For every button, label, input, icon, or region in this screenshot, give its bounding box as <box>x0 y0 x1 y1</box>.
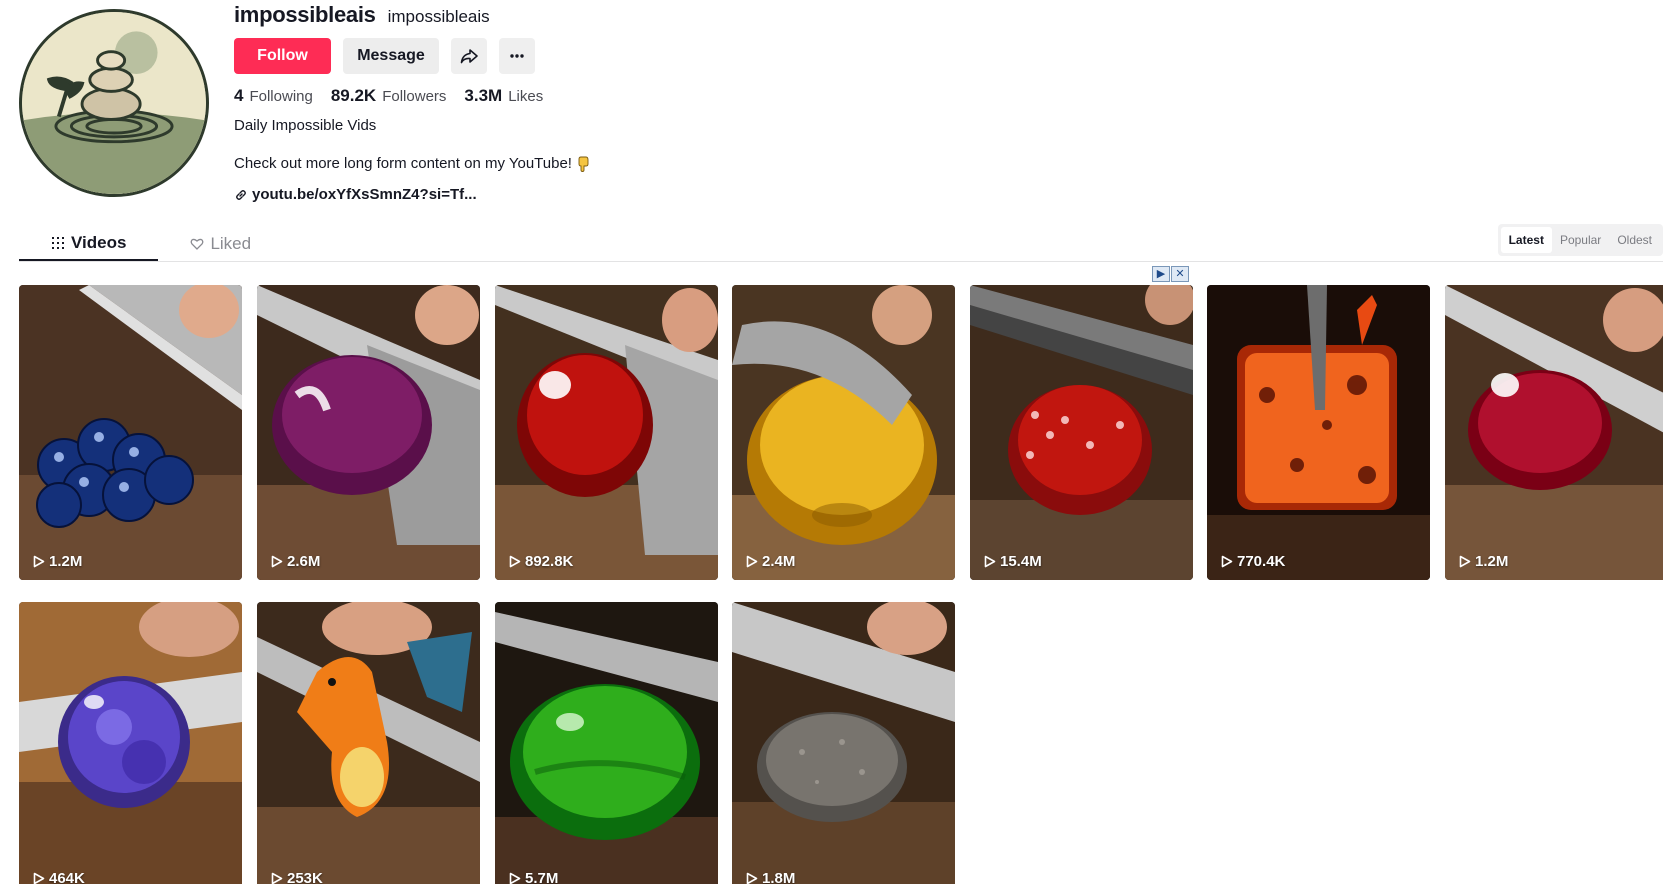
video-thumbnail <box>732 285 955 580</box>
ad-play-icon[interactable]: ▶ <box>1152 266 1170 282</box>
view-count-text: 1.2M <box>1475 553 1509 570</box>
view-count: 1.2M <box>33 553 82 570</box>
bio-line-1: Daily Impossible Vids <box>234 117 377 134</box>
follow-button[interactable]: Follow <box>234 38 331 74</box>
video-card[interactable]: 464K <box>19 602 242 884</box>
following-stat[interactable]: 4 Following <box>234 86 313 106</box>
tab-videos-label: Videos <box>71 232 127 252</box>
video-thumbnail <box>19 285 242 580</box>
view-count: 2.4M <box>746 553 795 570</box>
video-thumbnail <box>495 285 718 580</box>
video-card[interactable]: 1.2M <box>1445 285 1663 580</box>
share-icon <box>460 49 478 64</box>
profile-link[interactable]: youtu.be/oxYfXsSmnZ4?si=Tf... <box>234 186 477 203</box>
profile-stats: 4 Following 89.2K Followers 3.3M Likes <box>234 86 543 106</box>
play-icon <box>509 555 521 568</box>
video-card[interactable]: 253K <box>257 602 480 884</box>
bio-line-2-text: Check out more long form content on my Y… <box>234 155 572 172</box>
view-count-text: 2.6M <box>287 553 321 570</box>
sort-switch: Latest Popular Oldest <box>1497 224 1663 256</box>
play-icon <box>33 872 45 884</box>
message-button[interactable]: Message <box>343 38 439 74</box>
more-button[interactable] <box>499 38 535 74</box>
view-count-text: 5.7M <box>525 870 559 884</box>
bio-line-2: Check out more long form content on my Y… <box>234 155 590 172</box>
tab-liked-label: Liked <box>210 233 252 253</box>
play-icon <box>746 872 758 884</box>
following-label: Following <box>249 88 313 105</box>
view-count-text: 1.8M <box>762 870 796 884</box>
link-icon <box>236 189 246 200</box>
heart-outline-icon <box>191 238 204 250</box>
likes-label: Likes <box>508 88 544 105</box>
ad-choices-badge[interactable]: ▶ ✕ <box>1152 266 1189 282</box>
view-count: 464K <box>33 870 85 884</box>
more-icon <box>510 54 524 58</box>
profile-tabs: Videos Liked <box>19 226 283 261</box>
play-icon <box>271 872 283 884</box>
view-count-text: 2.4M <box>762 553 796 570</box>
video-thumbnail <box>1207 285 1430 580</box>
play-icon <box>33 555 45 568</box>
video-card[interactable]: 892.8K <box>495 285 718 580</box>
sort-popular[interactable]: Popular <box>1552 227 1609 253</box>
video-card[interactable]: 1.8M <box>732 602 955 884</box>
tab-liked[interactable]: Liked <box>158 226 283 261</box>
video-card[interactable]: 5.7M <box>495 602 718 884</box>
video-thumbnail <box>495 602 718 884</box>
likes-count: 3.3M <box>464 86 503 105</box>
likes-stat: 3.3M Likes <box>464 86 543 106</box>
video-thumbnail <box>970 285 1193 580</box>
view-count-text: 1.2M <box>49 553 83 570</box>
followers-count: 89.2K <box>330 86 377 105</box>
view-count: 770.4K <box>1221 553 1285 570</box>
followers-stat[interactable]: 89.2K Followers <box>331 86 447 106</box>
play-icon <box>1221 555 1233 568</box>
profile-username: impossibleais <box>234 2 376 27</box>
view-count: 1.2M <box>1459 553 1508 570</box>
tab-divider <box>19 261 1663 262</box>
sort-oldest[interactable]: Oldest <box>1609 227 1660 253</box>
pointing-down-icon <box>578 156 589 172</box>
followers-label: Followers <box>382 88 447 105</box>
video-card[interactable]: 1.2M <box>19 285 242 580</box>
view-count: 5.7M <box>509 870 558 884</box>
profile-avatar[interactable] <box>19 9 209 197</box>
following-count: 4 <box>234 86 244 105</box>
ad-close-icon[interactable]: ✕ <box>1171 266 1189 282</box>
grid-icon <box>52 236 64 249</box>
video-card[interactable]: 2.6M <box>257 285 480 580</box>
view-count-text: 464K <box>49 870 85 884</box>
view-count: 1.8M <box>746 870 795 884</box>
profile-link-text: youtu.be/oxYfXsSmnZ4?si=Tf... <box>252 186 477 203</box>
video-card[interactable]: 2.4M <box>732 285 955 580</box>
view-count: 15.4M <box>984 553 1042 570</box>
video-thumbnail <box>1445 285 1663 580</box>
video-thumbnail <box>732 602 955 884</box>
view-count-text: 892.8K <box>525 553 574 570</box>
play-icon <box>1459 555 1471 568</box>
view-count: 253K <box>271 870 323 884</box>
zen-stones-logo <box>22 12 206 194</box>
play-icon <box>509 872 521 884</box>
view-count-text: 770.4K <box>1237 553 1286 570</box>
play-icon <box>984 555 996 568</box>
view-count: 892.8K <box>509 553 573 570</box>
play-icon <box>271 555 283 568</box>
video-thumbnail <box>257 285 480 580</box>
video-card[interactable]: 15.4M <box>970 285 1193 580</box>
view-count-text: 253K <box>287 870 323 884</box>
video-thumbnail <box>19 602 242 884</box>
view-count: 2.6M <box>271 553 320 570</box>
video-thumbnail <box>257 602 480 884</box>
sort-latest[interactable]: Latest <box>1500 227 1552 253</box>
view-count-text: 15.4M <box>1000 553 1042 570</box>
video-card[interactable]: 770.4K <box>1207 285 1430 580</box>
tab-videos[interactable]: Videos <box>19 226 159 261</box>
profile-nickname: impossibleais <box>387 7 490 26</box>
play-icon <box>746 555 758 568</box>
share-button[interactable] <box>451 38 487 74</box>
